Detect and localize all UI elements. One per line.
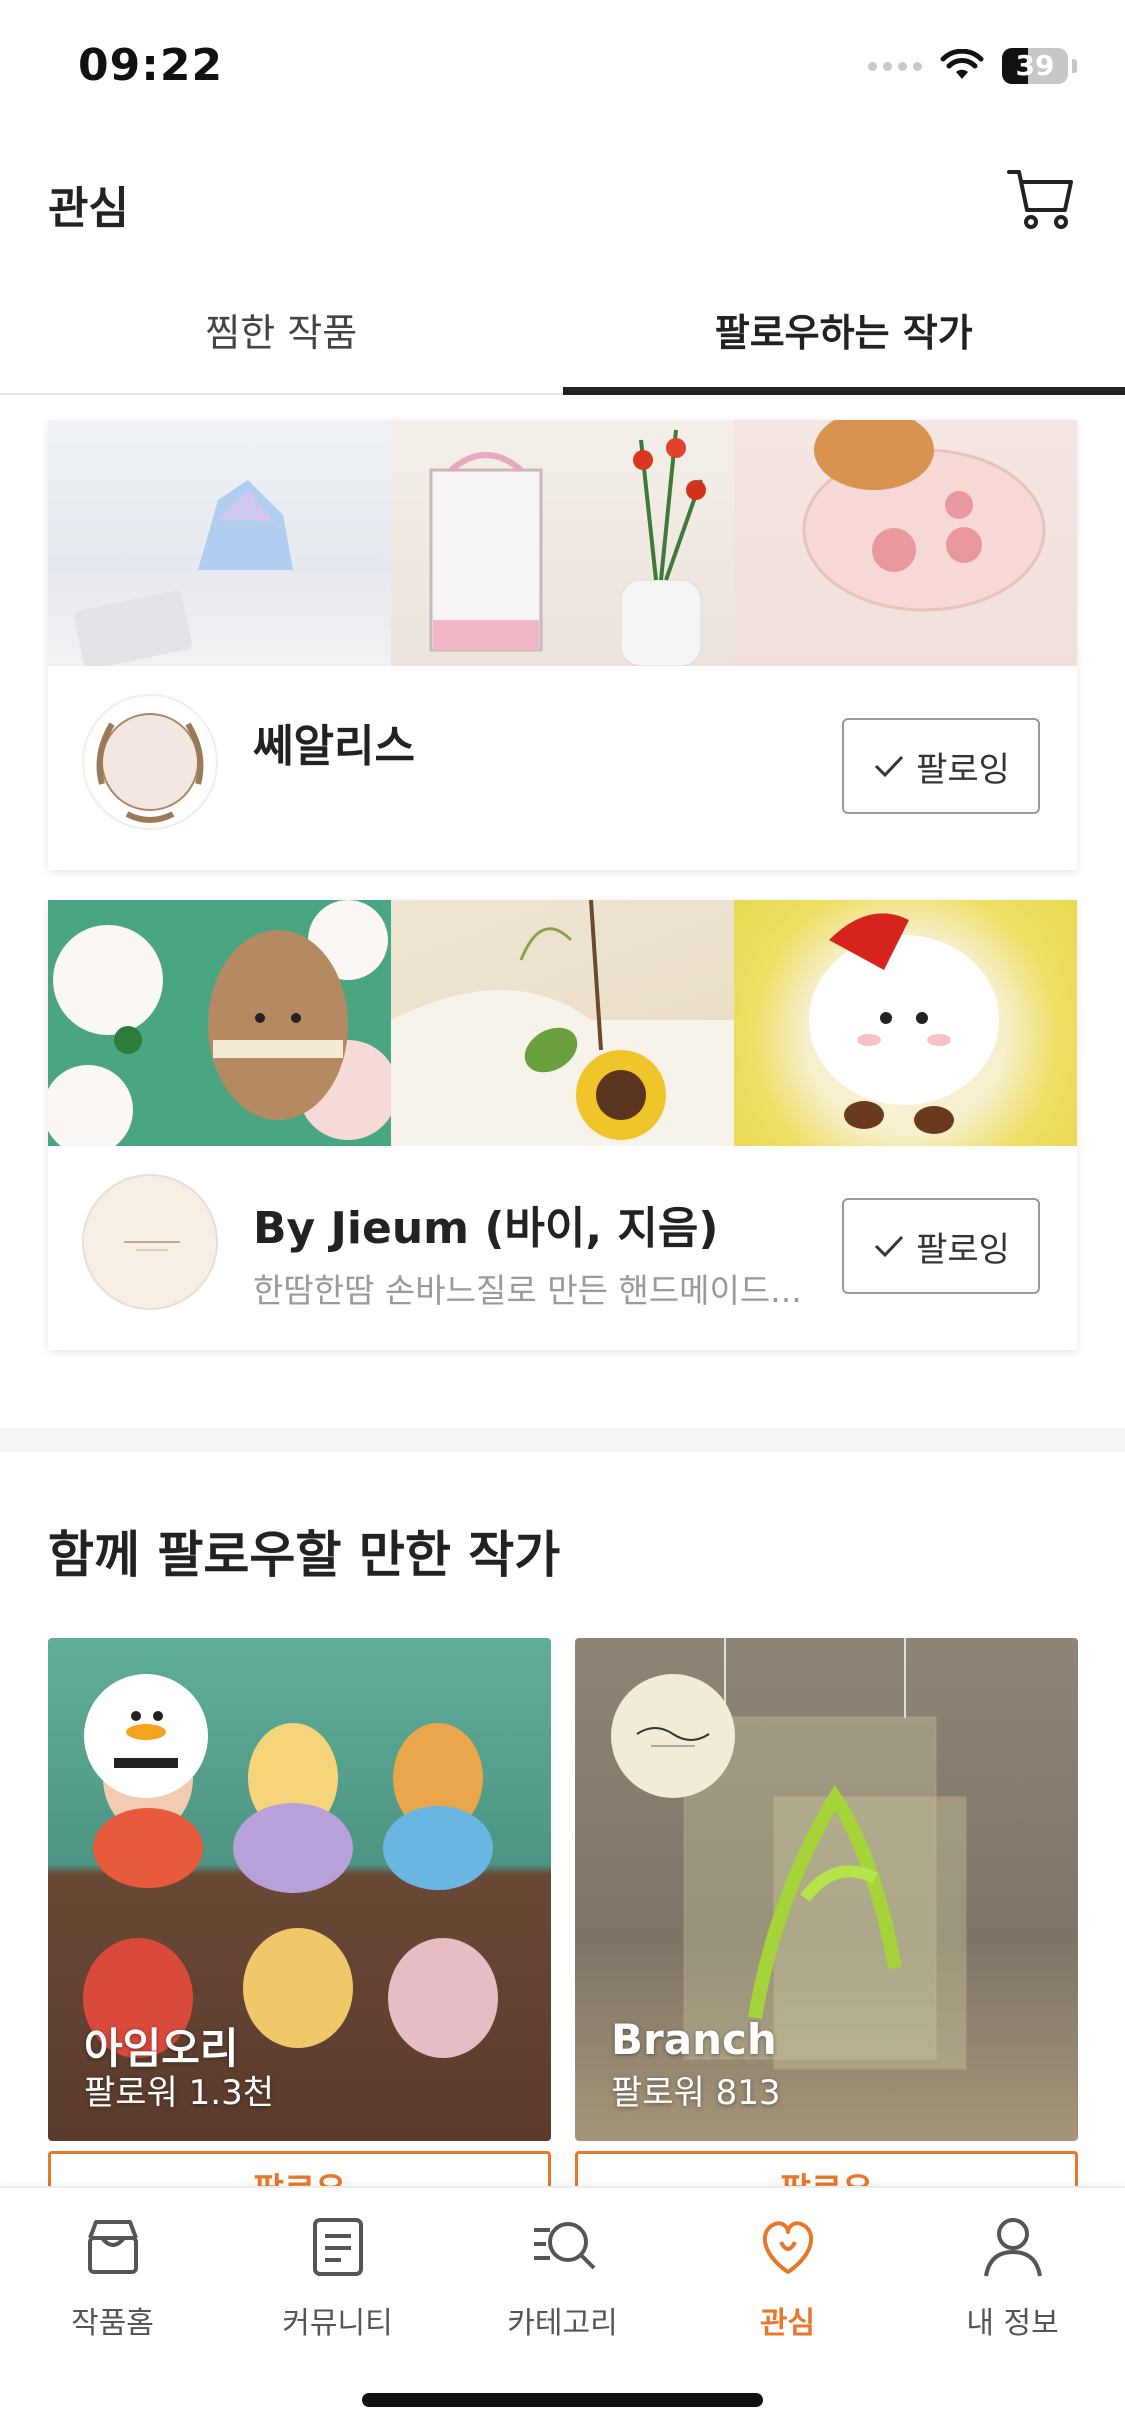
artist-description: 한땀한땀 손바느질로 만든 핸드메이드... (253, 1271, 802, 1310)
artist-work-photo[interactable] (391, 900, 734, 1146)
artist-work-photo[interactable] (48, 900, 391, 1146)
artist-avatar[interactable] (82, 694, 218, 830)
nav-label: 내 정보 (966, 2306, 1059, 2341)
artist-info: 쎄알리스 팔로잉 (48, 666, 1077, 870)
tab-bar: 찜한 작품 팔로우하는 작가 (0, 280, 1125, 395)
wifi-icon (940, 49, 984, 79)
following-label: 팔로잉 (916, 749, 1010, 790)
artist-work-photo[interactable] (734, 420, 1077, 666)
nav-item-home[interactable]: 작품홈 (0, 2212, 225, 2342)
following-artist-card[interactable]: By Jieum (바이, 지음) 한땀한땀 손바느질로 만든 핸드메이드...… (48, 900, 1077, 1350)
tab-liked-works[interactable]: 찜한 작품 (0, 280, 563, 393)
home-indicator (362, 2393, 763, 2407)
following-label: 팔로잉 (916, 1229, 1010, 1270)
status-bar: 09:22 39 (0, 0, 1125, 140)
nav-item-interest[interactable]: 관심 (675, 2212, 900, 2342)
recommended-artist-card[interactable]: 아임오리 팔로워 1.3천 (48, 1638, 551, 2141)
heart-icon (762, 2221, 813, 2274)
recommended-artist-avatar (84, 1674, 208, 1798)
artist-info: By Jieum (바이, 지음) 한땀한땀 손바느질로 만든 핸드메이드...… (48, 1146, 1077, 1350)
artist-photo-strip (48, 900, 1077, 1146)
nav-item-community[interactable]: 커뮤니티 (225, 2212, 450, 2342)
artist-work-photo[interactable] (734, 900, 1077, 1146)
check-icon (875, 1235, 904, 1258)
person-icon (983, 2218, 1042, 2277)
following-button[interactable]: 팔로잉 (842, 718, 1040, 814)
category-search-icon (533, 2222, 595, 2270)
recommended-artist-card[interactable]: Branch 팔로워 813 (575, 1638, 1078, 2141)
following-button[interactable]: 팔로잉 (842, 1198, 1040, 1294)
battery-icon: 39 (1002, 48, 1068, 84)
app-header: 관심 (0, 150, 1125, 250)
page-title: 관심 (48, 183, 129, 234)
recommended-artist-followers: 팔로워 1.3천 (84, 2073, 274, 2113)
board-icon (312, 2218, 363, 2276)
artist-name[interactable]: By Jieum (바이, 지음) (253, 1192, 719, 1256)
nav-label: 관심 (759, 2306, 816, 2341)
tab-following-artists[interactable]: 팔로우하는 작가 (562, 280, 1125, 395)
artist-photo-strip (48, 420, 1077, 666)
nav-label: 커뮤니티 (282, 2306, 393, 2341)
check-icon (875, 755, 904, 778)
shop-icon (87, 2220, 138, 2274)
section-divider (0, 1428, 1125, 1452)
recommend-section-title: 함께 팔로우할 만한 작가 (48, 1526, 561, 1584)
artist-avatar[interactable] (82, 1174, 218, 1310)
status-icons: 39 (868, 48, 1077, 84)
cart-icon (1007, 170, 1073, 229)
cellular-signal-icon (868, 61, 922, 71)
artist-name[interactable]: 쎄알리스 (253, 710, 415, 774)
artist-work-photo[interactable] (48, 420, 391, 666)
following-artist-card[interactable]: 쎄알리스 팔로잉 (48, 420, 1077, 870)
nav-item-my-info[interactable]: 내 정보 (900, 2212, 1125, 2342)
artist-work-photo[interactable] (391, 420, 734, 666)
recommended-artist-name: Branch (611, 2015, 777, 2064)
battery-level: 39 (1015, 49, 1055, 82)
recommended-artist-avatar (611, 1674, 735, 1798)
cart-button[interactable] (1005, 162, 1077, 234)
nav-label: 카테고리 (507, 2306, 618, 2341)
recommended-artist-followers: 팔로워 813 (611, 2073, 781, 2113)
nav-label: 작품홈 (71, 2306, 154, 2341)
status-time: 09:22 (78, 40, 224, 91)
nav-item-category[interactable]: 카테고리 (450, 2212, 675, 2342)
